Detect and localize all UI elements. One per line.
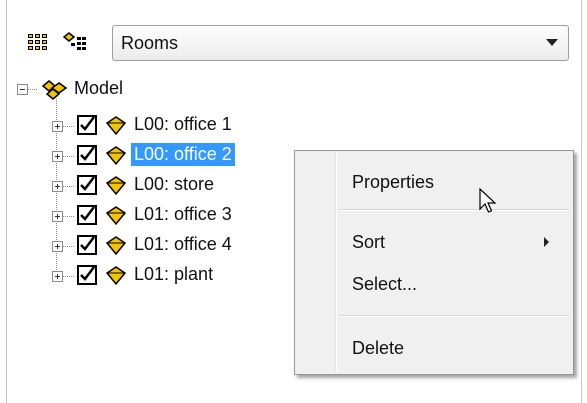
- visibility-checkbox[interactable]: [77, 145, 97, 165]
- tree-connector: [62, 186, 74, 187]
- tree-item-label: L00: store: [134, 174, 215, 194]
- tree-item[interactable]: L00: office 1: [7, 110, 307, 140]
- visibility-checkbox[interactable]: [77, 115, 97, 135]
- tree-connector: [62, 156, 74, 157]
- tree-item[interactable]: L01: office 3: [7, 200, 307, 230]
- menu-item-label: Properties: [352, 172, 435, 192]
- tree-options-icon[interactable]: [62, 31, 89, 53]
- model-icon: [41, 78, 69, 102]
- view-selector-dropdown[interactable]: Rooms: [112, 25, 569, 61]
- collapse-toggle-icon[interactable]: [17, 84, 28, 95]
- tree-item-label: L00: office 1: [134, 114, 232, 134]
- expand-toggle-icon[interactable]: [52, 151, 63, 162]
- tree-node-label: Model: [74, 78, 124, 98]
- visibility-checkbox[interactable]: [77, 265, 97, 285]
- visibility-checkbox[interactable]: [77, 205, 97, 225]
- view-selector-value: Rooms: [121, 33, 179, 53]
- room-icon: [105, 145, 127, 167]
- menu-separator: [339, 315, 569, 317]
- menu-item-delete[interactable]: Delete: [297, 331, 571, 365]
- tree-item-label: L01: office 3: [134, 204, 232, 224]
- tree-connector: [62, 276, 74, 277]
- menu-item-properties[interactable]: Properties: [297, 165, 571, 199]
- tree-item[interactable]: L00: store: [7, 170, 307, 200]
- menu-item-label: Sort: [352, 232, 386, 252]
- context-menu: Properties Sort Select... Delete: [294, 150, 574, 375]
- menu-item-label: Select...: [352, 274, 418, 294]
- toolbar: Rooms: [7, 0, 581, 72]
- menu-item-select[interactable]: Select...: [297, 267, 571, 301]
- room-icon: [105, 235, 127, 257]
- tree-connector: [62, 216, 74, 217]
- room-icon: [105, 265, 127, 287]
- tree-item-label: L01: office 4: [134, 234, 232, 254]
- tree-item[interactable]: L01: office 4: [7, 230, 307, 260]
- expand-toggle-icon[interactable]: [52, 211, 63, 222]
- tree-item-label: L01: plant: [134, 264, 214, 284]
- chevron-right-icon: [544, 237, 549, 247]
- visibility-checkbox[interactable]: [77, 235, 97, 255]
- room-icon: [105, 175, 127, 197]
- grid-icon[interactable]: [27, 31, 49, 53]
- menu-separator: [339, 209, 569, 211]
- expand-toggle-icon[interactable]: [52, 271, 63, 282]
- menu-item-sort[interactable]: Sort: [297, 225, 571, 259]
- tree-connector: [62, 126, 74, 127]
- visibility-checkbox[interactable]: [77, 175, 97, 195]
- tree-item-label: L00: office 2: [131, 143, 235, 166]
- room-icon: [105, 205, 127, 227]
- tree-item[interactable]: L00: office 2: [7, 140, 307, 170]
- mouse-cursor-icon: [479, 187, 499, 221]
- chevron-down-icon[interactable]: [546, 39, 558, 46]
- room-icon: [105, 115, 127, 137]
- tree-item[interactable]: L01: plant: [7, 260, 307, 290]
- expand-toggle-icon[interactable]: [52, 241, 63, 252]
- tree-connector: [62, 246, 74, 247]
- menu-item-label: Delete: [352, 338, 405, 358]
- expand-toggle-icon[interactable]: [52, 121, 63, 132]
- expand-toggle-icon[interactable]: [52, 181, 63, 192]
- rooms-panel: Rooms Model L00: office 1 L00: office 2 …: [6, 0, 582, 403]
- tree-node-model[interactable]: Model: [7, 74, 307, 104]
